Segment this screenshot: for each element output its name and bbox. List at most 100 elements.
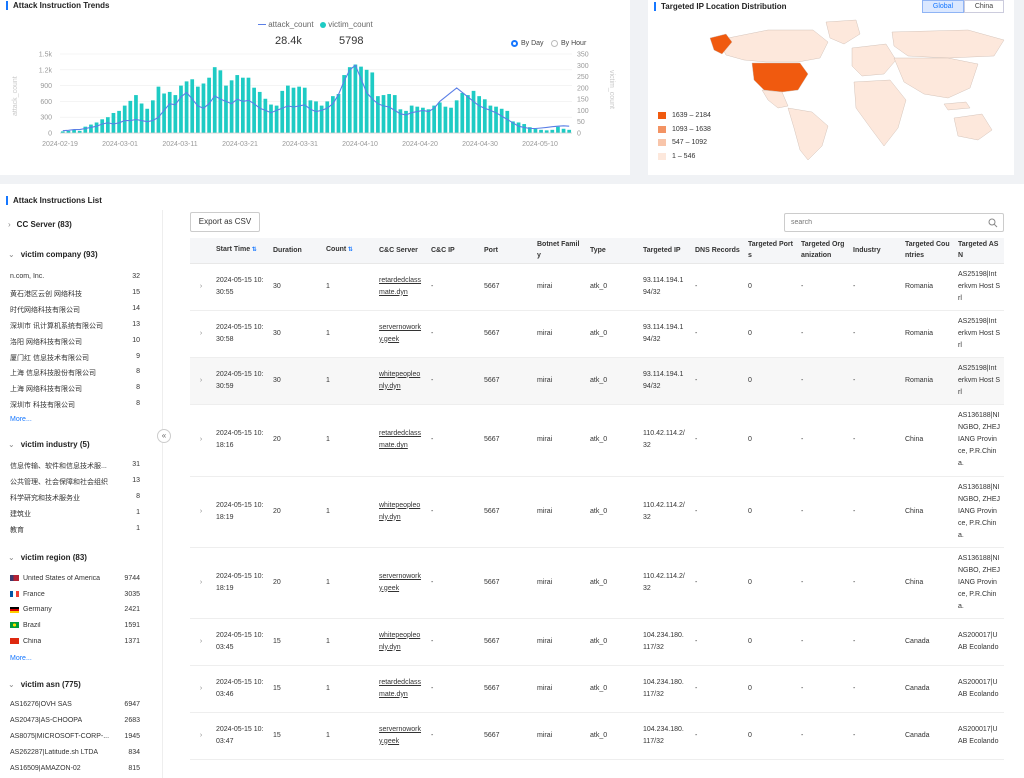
filter-item[interactable]: 黄石港区云创 网络科技 15 xyxy=(10,289,140,299)
filter-item[interactable]: 上海 网络科技有限公司 8 xyxy=(10,384,140,394)
table-row[interactable]: › 2024-05-15 10:30:59 30 1 whitepeopleonly.d… xyxy=(190,357,1004,405)
search-box xyxy=(784,213,1004,232)
cell-cc: servernoworky.geek xyxy=(375,310,427,358)
filter-item-count: 1 xyxy=(136,524,140,532)
cell-tip: 110.42.114.2/32 xyxy=(639,404,691,477)
cc-server-link[interactable]: whitepeopleonly.dyn xyxy=(379,502,420,521)
filter-item[interactable]: 教育 1 xyxy=(10,525,140,535)
cell-family: mirai xyxy=(533,665,586,713)
search-icon[interactable] xyxy=(988,218,998,228)
cc-server-link[interactable]: servernoworky.geek xyxy=(379,324,421,343)
cell-tip: 104.234.180.117/32 xyxy=(639,665,691,713)
column-header: C&C Server xyxy=(375,238,427,264)
filter-item[interactable]: AS16276|OVH SAS 6947 xyxy=(10,701,140,708)
cc-server-link[interactable]: whitepeopleonly.dyn xyxy=(379,632,420,651)
bar xyxy=(179,85,183,133)
search-input[interactable] xyxy=(785,214,975,231)
filter-item[interactable]: United States of America 9744 xyxy=(10,575,140,582)
expand-row-icon[interactable]: › xyxy=(190,476,212,548)
x-tick-label: 2024-03-31 xyxy=(282,141,318,148)
cell-ccip: - xyxy=(427,310,480,358)
bar xyxy=(167,91,172,133)
filter-item[interactable]: AS20473|AS-CHOOPA 2683 xyxy=(10,717,140,724)
filter-item[interactable]: 公共管理、社会保障和社会组织 13 xyxy=(10,477,140,487)
table-row[interactable]: › 2024-05-15 10:18:16 20 1 retardedclassmate… xyxy=(190,404,1004,477)
more-link[interactable]: More... xyxy=(10,416,32,423)
filter-item-label: AS262287|Latitude.sh LTDA xyxy=(10,749,99,757)
table-row[interactable]: › 2024-05-15 10:03:46 15 1 retardedclassmate… xyxy=(190,665,1004,713)
map-region-greenland xyxy=(825,19,861,45)
expand-row-icon[interactable]: › xyxy=(190,357,212,405)
cell-family: mirai xyxy=(533,310,586,358)
filter-item[interactable]: n.com, Inc. 32 xyxy=(10,273,140,280)
expand-row-icon[interactable]: › xyxy=(190,665,212,713)
map-region-indonesia xyxy=(943,101,971,111)
filter-item[interactable]: 科学研究和技术服务业 8 xyxy=(10,493,140,503)
cell-org: - xyxy=(797,712,849,760)
sort-icon[interactable]: ⇅ xyxy=(250,247,257,253)
column-header: Botnet Family xyxy=(533,238,586,264)
group-cc-server[interactable]: › CC Server (83) xyxy=(8,220,72,229)
cn-flag-icon xyxy=(10,637,19,644)
cell-tip: 104.234.180.117/32 xyxy=(639,712,691,760)
filter-item[interactable]: China 1371 xyxy=(10,638,140,645)
more-link[interactable]: More... xyxy=(10,655,32,662)
table-row[interactable]: › 2024-05-15 10:30:55 30 1 retardedclassmate… xyxy=(190,263,1004,311)
filter-item[interactable]: Brazil 1591 xyxy=(10,622,140,629)
bar xyxy=(89,124,93,133)
cell-port: 5667 xyxy=(480,712,533,760)
cell-tip: 93.114.194.194/32 xyxy=(639,310,691,358)
group-victim-company[interactable]: ⌄ victim company (93) xyxy=(8,250,98,259)
group-victim-region[interactable]: ⌄ victim region (83) xyxy=(8,553,87,562)
y-left-tick-label: 900 xyxy=(40,83,52,90)
filter-item[interactable]: AS16509|AMAZON-02 815 xyxy=(10,765,140,772)
filter-item[interactable]: 厦门红 信息技术有限公司 9 xyxy=(10,353,140,363)
column-header[interactable]: Count ⇅ xyxy=(322,238,375,264)
expand-row-icon[interactable]: › xyxy=(190,547,212,619)
column-header: DNS Records xyxy=(691,238,744,264)
filter-item[interactable]: 上海 信息科技股份有限公司 8 xyxy=(10,368,140,378)
cell-tip: 93.114.194.194/32 xyxy=(639,357,691,405)
column-header[interactable]: Start Time ⇅ xyxy=(212,238,269,264)
cc-server-link[interactable]: whitepeopleonly.dyn xyxy=(379,371,420,390)
y-left-tick-label: 1.2k xyxy=(39,67,53,74)
filter-item[interactable]: 深圳市 科技有限公司 8 xyxy=(10,400,140,410)
cc-server-link[interactable]: servernoworky.geek xyxy=(379,726,421,745)
expand-row-icon[interactable]: › xyxy=(190,712,212,760)
filter-item[interactable]: 时代网络科技有限公司 14 xyxy=(10,305,140,315)
table-row[interactable]: › 2024-05-15 10:03:47 15 1 servernoworky.gee… xyxy=(190,712,1004,760)
filter-item[interactable]: Germany 2421 xyxy=(10,606,140,613)
expand-row-icon[interactable]: › xyxy=(190,404,212,477)
cell-tip: 104.234.180.117/32 xyxy=(639,618,691,666)
filter-item[interactable]: 信息传输、软件和信息技术服... 31 xyxy=(10,461,140,471)
export-csv-button[interactable]: Export as CSV xyxy=(190,212,260,232)
table-row[interactable]: › 2024-05-15 10:03:45 15 1 whitepeopleonly.d… xyxy=(190,618,1004,666)
cell-port: 5667 xyxy=(480,618,533,666)
expand-row-icon[interactable]: › xyxy=(190,263,212,311)
filter-item-label: 教育 xyxy=(10,526,24,534)
filter-item[interactable]: AS8075|MICROSOFT-CORP-... 1945 xyxy=(10,733,140,740)
table-row[interactable]: › 2024-05-15 10:18:19 20 1 servernoworky.gee… xyxy=(190,547,1004,619)
filter-item-count: 834 xyxy=(128,749,140,757)
cc-server-link[interactable]: retardedclassmate.dyn xyxy=(379,679,421,698)
group-victim-industry[interactable]: ⌄ victim industry (5) xyxy=(8,440,90,449)
collapse-sidebar-icon[interactable]: « xyxy=(157,429,171,443)
bar xyxy=(156,86,161,133)
filter-item-label: 厦门红 信息技术有限公司 xyxy=(10,354,89,362)
expand-row-icon[interactable]: › xyxy=(190,310,212,358)
table-row[interactable]: › 2024-05-15 10:30:58 30 1 servernoworky.gee… xyxy=(190,310,1004,358)
bar xyxy=(269,104,273,133)
table-row[interactable]: › 2024-05-15 10:18:19 20 1 whitepeopleonly.d… xyxy=(190,476,1004,548)
filter-item[interactable]: France 3035 xyxy=(10,591,140,598)
filter-item[interactable]: AS262287|Latitude.sh LTDA 834 xyxy=(10,749,140,756)
cc-server-link[interactable]: retardedclassmate.dyn xyxy=(379,430,421,449)
expand-row-icon[interactable]: › xyxy=(190,618,212,666)
cc-server-link[interactable]: servernoworky.geek xyxy=(379,573,421,592)
y-right-tick-label: 200 xyxy=(577,85,589,92)
filter-item[interactable]: 建筑业 1 xyxy=(10,509,140,519)
filter-item[interactable]: 深圳市 讯计算机系统有限公司 13 xyxy=(10,321,140,331)
cc-server-link[interactable]: retardedclassmate.dyn xyxy=(379,277,421,296)
filter-item[interactable]: 洛阳 网络科技有限公司 10 xyxy=(10,337,140,347)
group-victim-asn[interactable]: ⌄ victim asn (775) xyxy=(8,680,81,689)
sort-icon[interactable]: ⇅ xyxy=(346,247,353,253)
